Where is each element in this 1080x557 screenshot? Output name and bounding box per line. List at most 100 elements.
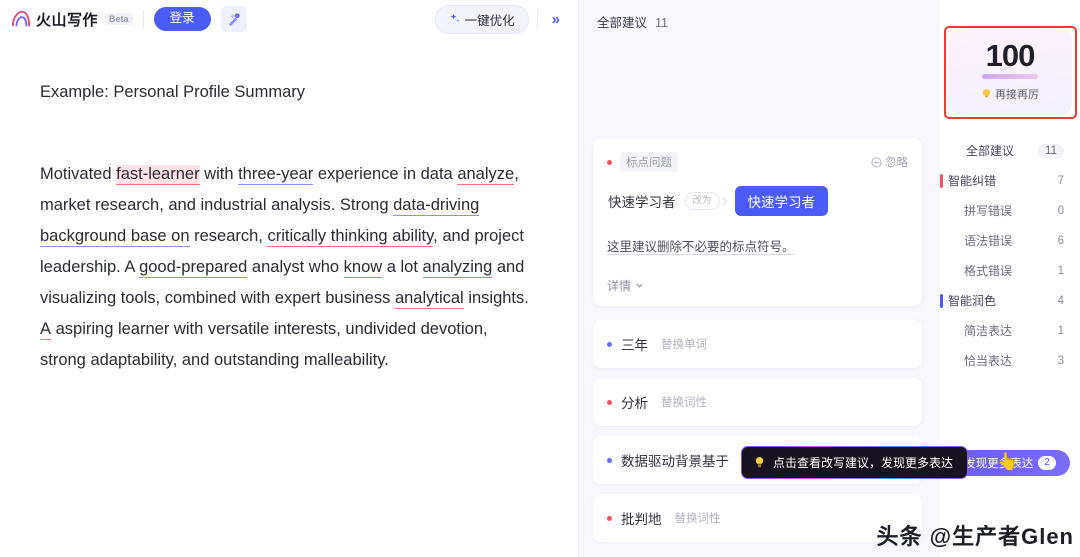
beta-tag: Beta bbox=[105, 13, 133, 25]
doc-issue-span[interactable]: analyze bbox=[457, 164, 515, 185]
category-name: 拼写错误 bbox=[964, 204, 1013, 219]
suggestion-list-item[interactable]: 三年 替换单词 bbox=[593, 320, 922, 368]
category-row[interactable]: 智能纠错 7 bbox=[940, 166, 1080, 196]
category-name: 智能纠错 bbox=[948, 174, 997, 189]
replacement-row: 快速学习者 改为 快速学习者 bbox=[608, 186, 908, 216]
category-name: 语法错误 bbox=[964, 234, 1013, 249]
severity-dot-icon bbox=[607, 399, 612, 405]
category-row[interactable]: 简洁表达 1 bbox=[940, 316, 1080, 346]
suggestion-item-type: 替换单词 bbox=[661, 339, 707, 351]
category-count: 11 bbox=[1038, 143, 1064, 158]
category-accent-bar bbox=[940, 173, 943, 188]
severity-dot-icon bbox=[607, 159, 612, 165]
original-word: 快速学习者 bbox=[608, 195, 676, 210]
magic-wand-icon[interactable] bbox=[220, 6, 247, 32]
one-click-optimize-button[interactable]: 一键优化 bbox=[434, 4, 529, 34]
severity-dot-icon bbox=[607, 457, 612, 463]
category-list: 全部建议 11 智能纠错 7 拼写错误 0 语法错误 6 格式错误 1 智能润色 4 简洁表达 1 恰当表达… bbox=[940, 136, 1080, 376]
suggestion-item-word: 批判地 bbox=[621, 512, 662, 527]
lightbulb-emoji-icon bbox=[982, 89, 991, 98]
login-button[interactable]: 登录 bbox=[153, 7, 211, 31]
suggestion-card[interactable]: 标点问题 忽略 快速学习者 改为 快速学习者 这里建议删除不必要的标点符号。 详… bbox=[593, 138, 922, 306]
suggestions-header-title: 全部建议 bbox=[597, 16, 648, 30]
suggestion-item-type: 替换词性 bbox=[674, 513, 721, 525]
score-card: 100 再接再厉 bbox=[948, 30, 1072, 114]
suggestion-item-word: 分析 bbox=[621, 396, 648, 411]
editor-column: 火山写作 Beta 登录 一键优化 » Example: Personal Pr… bbox=[0, 0, 578, 557]
brand-name: 火山写作 bbox=[36, 11, 99, 29]
suggestions-panel: 全部建议 11 标点问题 忽略 快速学习者 改为 快速学习者 这里建议删除不必要… bbox=[578, 0, 953, 557]
doc-text: a lot bbox=[382, 257, 423, 276]
document-title: Example: Personal Profile Summary bbox=[40, 83, 306, 101]
magic-wand-glyph bbox=[228, 12, 240, 26]
suggestion-list-item[interactable]: 分析 替换词性 bbox=[593, 378, 922, 426]
doc-issue-span[interactable]: three-year bbox=[238, 164, 314, 185]
score-label: 再接再厉 bbox=[995, 88, 1039, 101]
doc-issue-span[interactable]: analytical bbox=[394, 288, 464, 309]
category-count: 7 bbox=[1057, 174, 1064, 187]
document-body[interactable]: Motivated fast-learner with three-year e… bbox=[40, 159, 534, 376]
category-count: 3 bbox=[1057, 354, 1064, 367]
suggestion-item-word: 三年 bbox=[621, 338, 648, 353]
severity-dot-icon bbox=[607, 341, 612, 347]
category-count: 4 bbox=[1057, 294, 1064, 307]
suggestions-header-count: 11 bbox=[655, 16, 668, 30]
doc-text: Motivated bbox=[40, 164, 117, 183]
severity-dot-icon bbox=[607, 515, 612, 521]
doc-issue-span[interactable]: know bbox=[343, 257, 383, 278]
rewrite-tooltip-text: 点击查看改写建议，发现更多表达 bbox=[773, 456, 954, 470]
doc-text: insights. bbox=[463, 288, 529, 307]
score-underline-decoration bbox=[982, 73, 1038, 79]
chevron-down-icon bbox=[636, 283, 643, 288]
doc-issue-span[interactable]: analyzing bbox=[422, 257, 493, 278]
suggestion-card-header: 标点问题 忽略 bbox=[607, 152, 908, 172]
volcano-logo-icon bbox=[11, 10, 31, 27]
header-divider-right bbox=[536, 10, 538, 28]
category-row[interactable]: 拼写错误 0 bbox=[940, 196, 1080, 226]
category-count: 0 bbox=[1057, 204, 1064, 217]
suggestion-list-item[interactable]: 批判地 替换词性 bbox=[593, 494, 922, 542]
category-row[interactable]: 恰当表达 3 bbox=[940, 346, 1080, 376]
doc-issue-span[interactable]: A bbox=[40, 319, 52, 340]
change-to-pill: 改为 bbox=[684, 191, 720, 211]
category-count: 1 bbox=[1057, 324, 1064, 337]
category-name: 格式错误 bbox=[964, 264, 1013, 279]
header-divider bbox=[142, 10, 144, 28]
rewrite-tooltip: 点击查看改写建议，发现更多表达 bbox=[741, 446, 968, 479]
details-label: 详情 bbox=[607, 279, 632, 293]
top-bar-right: 一键优化 » bbox=[434, 4, 566, 34]
category-name: 简洁表达 bbox=[964, 324, 1013, 339]
category-row[interactable]: 智能润色 4 bbox=[940, 286, 1080, 316]
one-click-optimize-label: 一键优化 bbox=[464, 13, 515, 28]
apply-replacement-button[interactable]: 快速学习者 bbox=[734, 186, 829, 216]
score-value: 100 bbox=[985, 38, 1036, 73]
score-label-row: 再接再厉 bbox=[948, 86, 1072, 102]
discover-more-badge: 2 bbox=[1038, 456, 1056, 470]
category-row[interactable]: 语法错误 6 bbox=[940, 226, 1080, 256]
watermark: 头条 @生产者Glen bbox=[876, 524, 1074, 549]
suggestion-item-word: 数据驱动背景基于 bbox=[621, 454, 729, 469]
sparkle-icon bbox=[450, 13, 460, 23]
doc-text: experience in data bbox=[313, 164, 458, 183]
details-toggle[interactable]: 详情 bbox=[607, 277, 908, 294]
category-row[interactable]: 全部建议 11 bbox=[940, 136, 1080, 166]
expand-panel-icon[interactable]: » bbox=[546, 9, 566, 30]
ignore-button[interactable]: 忽略 bbox=[871, 154, 908, 170]
document-editor[interactable]: Example: Personal Profile Summary Motiva… bbox=[0, 38, 578, 376]
doc-issue-span[interactable]: fast-learner bbox=[116, 164, 200, 185]
suggestion-item-type: 替换词性 bbox=[661, 397, 707, 409]
suggestion-tag: 标点问题 bbox=[620, 152, 678, 172]
top-bar: 火山写作 Beta 登录 一键优化 » bbox=[0, 0, 578, 38]
suggestion-list: 三年替换单词分析替换词性数据驱动背景基于替换批判地替换词性 bbox=[579, 320, 940, 542]
suggestions-header: 全部建议 11 bbox=[579, 0, 940, 31]
minus-circle-icon bbox=[871, 156, 882, 168]
doc-issue-span[interactable]: good-prepared bbox=[139, 257, 248, 278]
suggestion-description: 这里建议删除不必要的标点符号。 bbox=[607, 240, 795, 254]
doc-issue-span[interactable]: critically thinking ability bbox=[267, 226, 434, 247]
brand-logo[interactable]: 火山写作 Beta bbox=[10, 9, 133, 30]
doc-text: research, bbox=[189, 226, 268, 245]
category-row[interactable]: 格式错误 1 bbox=[940, 256, 1080, 286]
app-root: 火山写作 Beta 登录 一键优化 » Example: Personal Pr… bbox=[0, 0, 1080, 557]
ignore-label: 忽略 bbox=[885, 157, 908, 169]
category-name: 智能润色 bbox=[948, 294, 997, 309]
